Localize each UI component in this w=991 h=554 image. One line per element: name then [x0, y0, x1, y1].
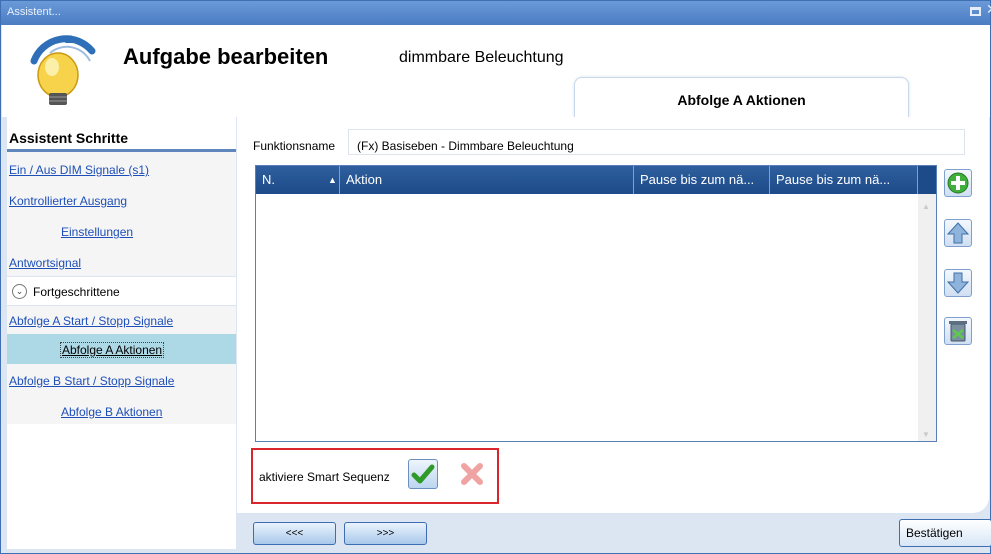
- enable-smart-sequence-button[interactable]: [408, 459, 438, 489]
- move-down-icon: [946, 272, 970, 294]
- page-title: Aufgabe bearbeiten: [123, 44, 329, 69]
- column-label: Pause bis zum nä...: [640, 172, 755, 187]
- step-link[interactable]: Ein / Aus DIM Signale (s1): [9, 163, 149, 177]
- checkmark-icon: [411, 464, 435, 484]
- light-bulb-icon: [30, 35, 96, 105]
- move-up-icon: [946, 222, 970, 244]
- tab-label: Abfolge A Aktionen: [677, 92, 806, 108]
- maximize-icon[interactable]: [970, 7, 981, 16]
- title-bar: Assistent... ✕: [1, 1, 991, 25]
- group-label: Fortgeschrittene: [33, 285, 120, 299]
- step-einstellungen[interactable]: Einstellungen: [7, 216, 236, 246]
- actions-grid: N. ▲ Aktion Pause bis zum nä... Pause bi…: [255, 165, 937, 442]
- column-header-pause-2[interactable]: Pause bis zum nä...: [770, 166, 918, 194]
- close-icon[interactable]: ✕: [986, 2, 991, 18]
- chevron-down-icon[interactable]: ⌄: [12, 284, 27, 299]
- column-label: Aktion: [346, 172, 383, 187]
- sidebar-caption: Assistent Schritte: [9, 130, 129, 146]
- page-subtitle: dimmbare Beleuchtung: [399, 49, 564, 66]
- delete-icon: [949, 321, 967, 342]
- step-antwortsignal[interactable]: Antwortsignal: [7, 247, 236, 277]
- step-link[interactable]: Antwortsignal: [9, 256, 81, 270]
- add-button[interactable]: [944, 169, 972, 197]
- wizard-steps-sidebar: Assistent Schritte Ein / Aus DIM Signale…: [7, 117, 236, 549]
- step-kontrollierter-ausgang[interactable]: Kontrollierter Ausgang: [7, 185, 236, 215]
- smart-sequence-label: aktiviere Smart Sequenz: [259, 470, 390, 484]
- scroll-down-icon[interactable]: ▼: [922, 430, 930, 439]
- window-title: Assistent...: [7, 6, 61, 18]
- step-group-fortgeschrittene[interactable]: ⌄ Fortgeschrittene: [7, 276, 236, 306]
- smart-sequence-box: aktiviere Smart Sequenz: [251, 448, 499, 504]
- step-abfolge-b-start-stopp[interactable]: Abfolge B Start / Stopp Signale: [7, 365, 236, 395]
- step-abfolge-a-start-stopp[interactable]: Abfolge A Start / Stopp Signale: [7, 305, 236, 335]
- step-link[interactable]: Abfolge A Aktionen: [59, 342, 165, 358]
- step-list: Ein / Aus DIM Signale (s1) Kontrollierte…: [7, 152, 236, 424]
- step-abfolge-b-aktionen[interactable]: Abfolge B Aktionen: [7, 396, 236, 426]
- function-name-label: Funktionsname: [253, 139, 336, 153]
- grid-header-scroll-corner: [918, 166, 936, 194]
- assistant-window: Assistent... ✕ Aufgabe bearbeiten dimmba…: [0, 0, 991, 554]
- move-up-button[interactable]: [944, 219, 972, 247]
- column-header-n[interactable]: N. ▲: [256, 166, 340, 194]
- delete-button[interactable]: [944, 317, 972, 345]
- step-link[interactable]: Einstellungen: [61, 225, 133, 239]
- disable-smart-sequence-button[interactable]: [457, 459, 487, 489]
- tab-abfolge-a-aktionen[interactable]: Abfolge A Aktionen: [574, 77, 909, 117]
- sort-ascending-icon: ▲: [328, 175, 337, 185]
- grid-header: N. ▲ Aktion Pause bis zum nä... Pause bi…: [256, 166, 936, 194]
- add-icon: [947, 172, 969, 194]
- scroll-up-icon[interactable]: ▲: [922, 202, 930, 211]
- next-button[interactable]: >>>: [344, 522, 427, 545]
- confirm-button[interactable]: Bestätigen: [899, 519, 991, 547]
- column-header-pause-1[interactable]: Pause bis zum nä...: [634, 166, 770, 194]
- column-label: N.: [262, 172, 275, 187]
- function-name-field[interactable]: (Fx) Basiseben - Dimmbare Beleuchtung: [348, 129, 965, 155]
- back-button[interactable]: <<<: [253, 522, 336, 545]
- window-buttons: ✕: [966, 2, 991, 22]
- column-label: Pause bis zum nä...: [776, 172, 891, 187]
- column-header-aktion[interactable]: Aktion: [340, 166, 634, 194]
- step-link[interactable]: Abfolge B Aktionen: [61, 405, 162, 419]
- step-abfolge-a-aktionen[interactable]: Abfolge A Aktionen: [7, 334, 236, 364]
- step-link[interactable]: Abfolge B Start / Stopp Signale: [9, 374, 174, 388]
- step-link[interactable]: Kontrollierter Ausgang: [9, 194, 127, 208]
- move-down-button[interactable]: [944, 269, 972, 297]
- step-ein-aus-dim-signale[interactable]: Ein / Aus DIM Signale (s1): [7, 154, 236, 184]
- cross-icon: [461, 463, 483, 485]
- step-link[interactable]: Abfolge A Start / Stopp Signale: [9, 314, 173, 328]
- grid-scrollbar[interactable]: ▲ ▼: [918, 194, 936, 441]
